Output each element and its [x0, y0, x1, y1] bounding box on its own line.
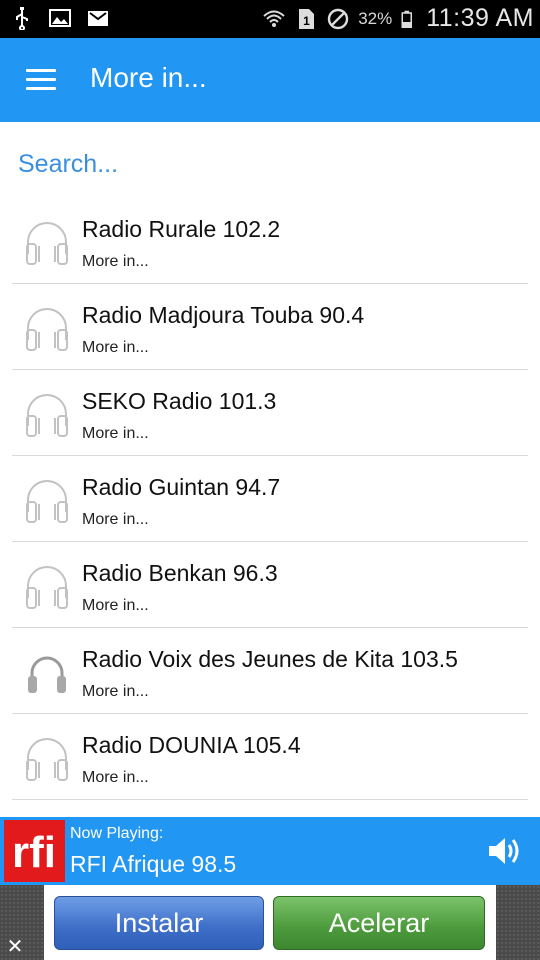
sim-icon: 1 — [299, 8, 315, 29]
station-subtitle: More in... — [82, 339, 149, 356]
menu-icon[interactable] — [24, 65, 58, 95]
headphones-icon — [26, 222, 68, 265]
close-ad-icon[interactable]: ✕ — [2, 933, 28, 959]
headphones-icon — [28, 656, 66, 693]
rfi-logo: rfi — [4, 820, 65, 882]
headphones-icon — [26, 738, 68, 781]
battery-percent: 32% — [358, 8, 393, 28]
ad-banner: Instalar Acelerar ✕ — [0, 885, 540, 960]
gmail-icon — [88, 11, 108, 26]
rfi-logo-text: rfi — [12, 828, 56, 877]
list-item[interactable]: Radio Benkan 96.3 More in... — [12, 542, 528, 628]
station-subtitle: More in... — [82, 511, 149, 528]
headphones-icon — [26, 480, 68, 523]
station-list: Radio Rurale 102.2 More in... Radio Madj… — [12, 198, 528, 800]
station-subtitle: More in... — [82, 253, 149, 270]
svg-text:1: 1 — [303, 14, 310, 28]
image-icon — [49, 9, 71, 27]
list-item[interactable]: Radio Madjoura Touba 90.4 More in... — [12, 284, 528, 370]
clock: 11:39 AM — [426, 4, 534, 32]
station-subtitle: More in... — [82, 425, 149, 442]
list-item[interactable]: Radio Voix des Jeunes de Kita 103.5 More… — [12, 628, 528, 714]
app-bar: More in... — [0, 38, 540, 122]
list-item[interactable]: Radio Guintan 94.7 More in... — [12, 456, 528, 542]
list-item[interactable]: Radio DOUNIA 105.4 More in... — [12, 714, 528, 800]
station-subtitle: More in... — [82, 769, 149, 786]
station-name: Radio Benkan 96.3 — [82, 560, 278, 586]
station-name: Radio Rurale 102.2 — [82, 216, 281, 242]
list-item[interactable]: SEKO Radio 101.3 More in... — [12, 370, 528, 456]
usb-icon — [16, 7, 28, 30]
list-item[interactable]: Radio Rurale 102.2 More in... — [12, 198, 528, 284]
now-playing-station: RFI Afrique 98.5 — [70, 851, 237, 877]
wifi-icon — [263, 10, 285, 27]
now-playing-bar[interactable]: rfi Now Playing: RFI Afrique 98.5 — [0, 817, 540, 885]
ad-content: Instalar Acelerar — [44, 885, 496, 960]
station-subtitle: More in... — [82, 683, 149, 700]
accelerate-button[interactable]: Acelerar — [273, 896, 485, 950]
station-name: SEKO Radio 101.3 — [82, 388, 277, 414]
station-name: Radio Guintan 94.7 — [82, 474, 281, 500]
station-name: Radio Voix des Jeunes de Kita 103.5 — [82, 646, 458, 672]
station-subtitle: More in... — [82, 597, 149, 614]
page-title: More in... — [90, 62, 207, 93]
headphones-icon — [26, 308, 68, 351]
blocked-icon — [327, 8, 349, 29]
headphones-icon — [26, 566, 68, 609]
station-name: Radio DOUNIA 105.4 — [82, 732, 301, 758]
search-input[interactable] — [18, 144, 518, 184]
now-playing-label: Now Playing: — [70, 825, 164, 842]
battery-icon — [401, 10, 413, 28]
volume-icon[interactable] — [486, 833, 522, 869]
station-name: Radio Madjoura Touba 90.4 — [82, 302, 365, 328]
headphones-icon — [26, 394, 68, 437]
status-bar: 1 32% 11:39 AM — [0, 0, 540, 38]
install-button[interactable]: Instalar — [54, 896, 264, 950]
